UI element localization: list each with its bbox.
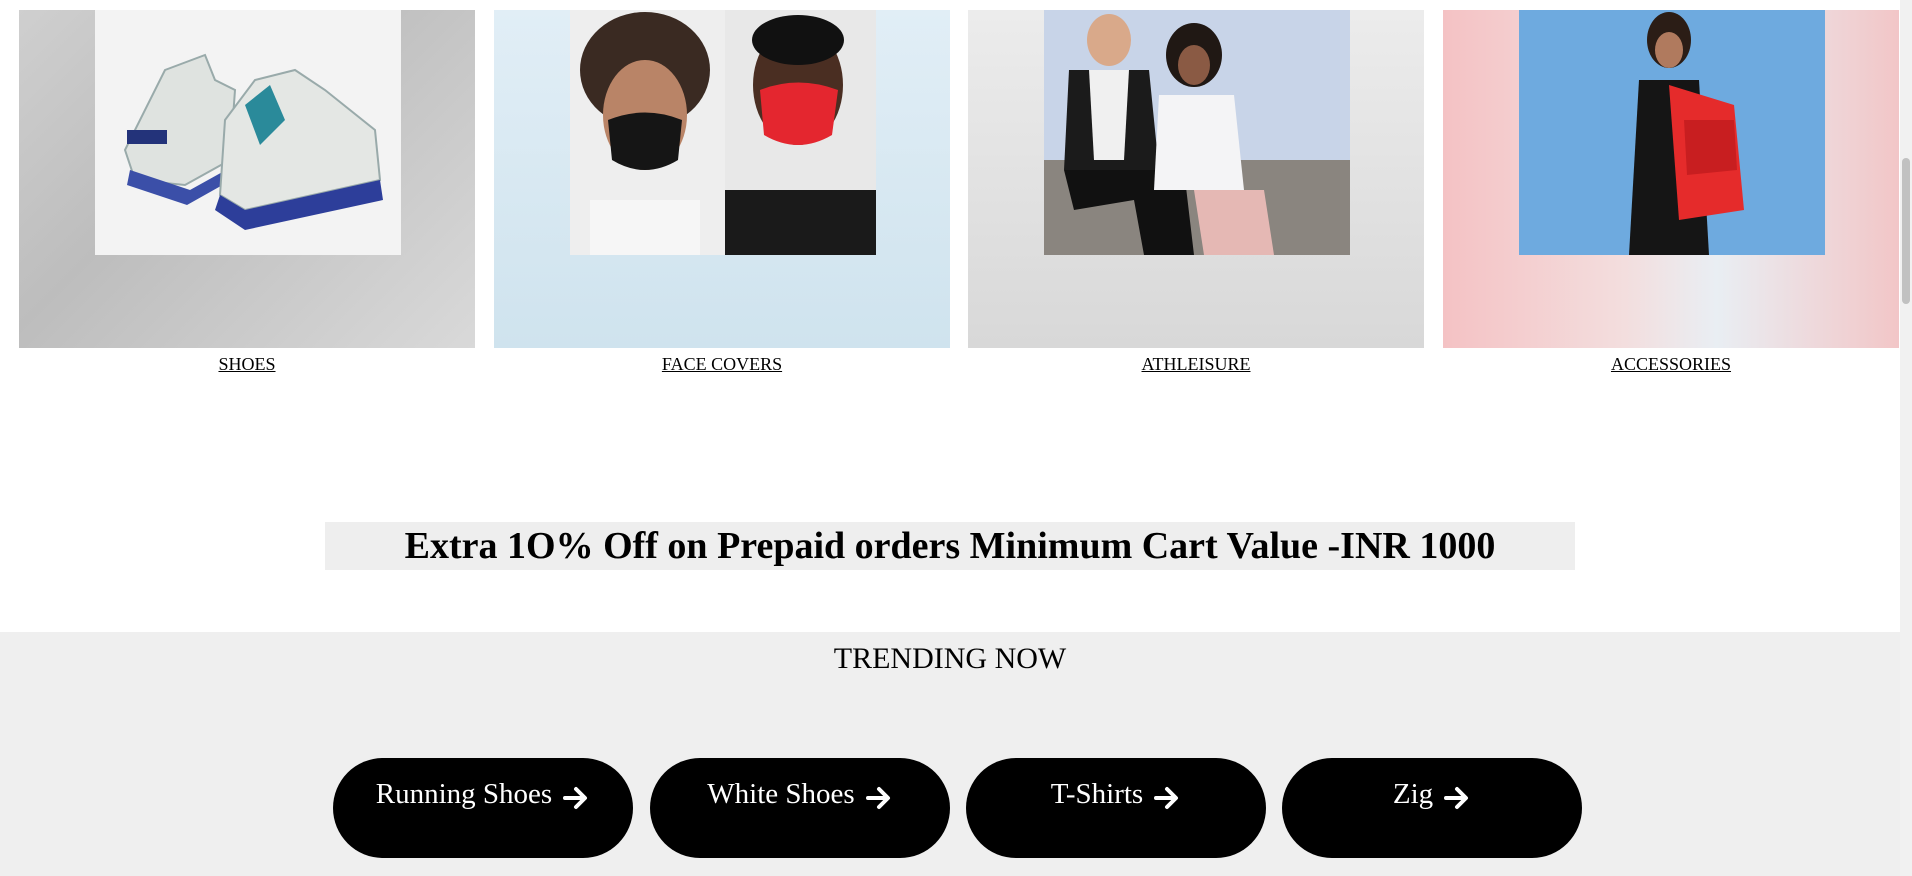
arrow-right-icon — [865, 787, 890, 809]
white-shoes-button[interactable]: White Shoes — [650, 758, 950, 858]
scrollbar-thumb[interactable] — [1902, 158, 1910, 304]
category-link-accessories[interactable]: ACCESSORIES — [1443, 354, 1899, 375]
category-link-shoes[interactable]: SHOES — [19, 354, 475, 375]
category-grid: SHOES FACE COVERS ATHLEISURE ACCESSORIES — [0, 0, 1900, 390]
arrow-right-icon — [1444, 787, 1469, 809]
category-athleisure[interactable]: ATHLEISURE — [968, 10, 1424, 375]
category-banner-image[interactable] — [1443, 10, 1899, 348]
arrow-right-icon — [1154, 787, 1179, 809]
arrow-right-icon — [563, 787, 588, 809]
t-shirts-button[interactable]: T-Shirts — [966, 758, 1266, 858]
athleisure-product-image[interactable] — [1044, 10, 1350, 255]
button-label: Running Shoes — [375, 778, 553, 810]
trending-title: TRENDING NOW — [833, 642, 1067, 675]
category-shoes[interactable]: SHOES — [19, 10, 475, 375]
accessories-product-image[interactable] — [1519, 10, 1825, 255]
shoe-product-image[interactable] — [95, 10, 401, 255]
button-label: White Shoes — [707, 778, 855, 810]
button-label: T-Shirts — [1050, 778, 1144, 810]
category-banner-image[interactable] — [494, 10, 950, 348]
category-face-covers[interactable]: FACE COVERS — [494, 10, 950, 375]
category-link-face-covers[interactable]: FACE COVERS — [494, 354, 950, 375]
face-cover-product-image[interactable] — [570, 10, 876, 255]
page-scrollbar[interactable] — [1900, 0, 1912, 876]
trending-section: TRENDING NOW Running Shoes White Shoes T… — [0, 632, 1900, 876]
running-shoes-button[interactable]: Running Shoes — [333, 758, 633, 858]
category-accessories[interactable]: ACCESSORIES — [1443, 10, 1899, 375]
category-banner-image[interactable] — [968, 10, 1424, 348]
zig-button[interactable]: Zig — [1282, 758, 1582, 858]
category-link-athleisure[interactable]: ATHLEISURE — [968, 354, 1424, 375]
promo-banner: Extra 1O% Off on Prepaid orders Minimum … — [325, 522, 1575, 570]
button-label: Zig — [1392, 778, 1434, 810]
category-banner-image[interactable] — [19, 10, 475, 348]
